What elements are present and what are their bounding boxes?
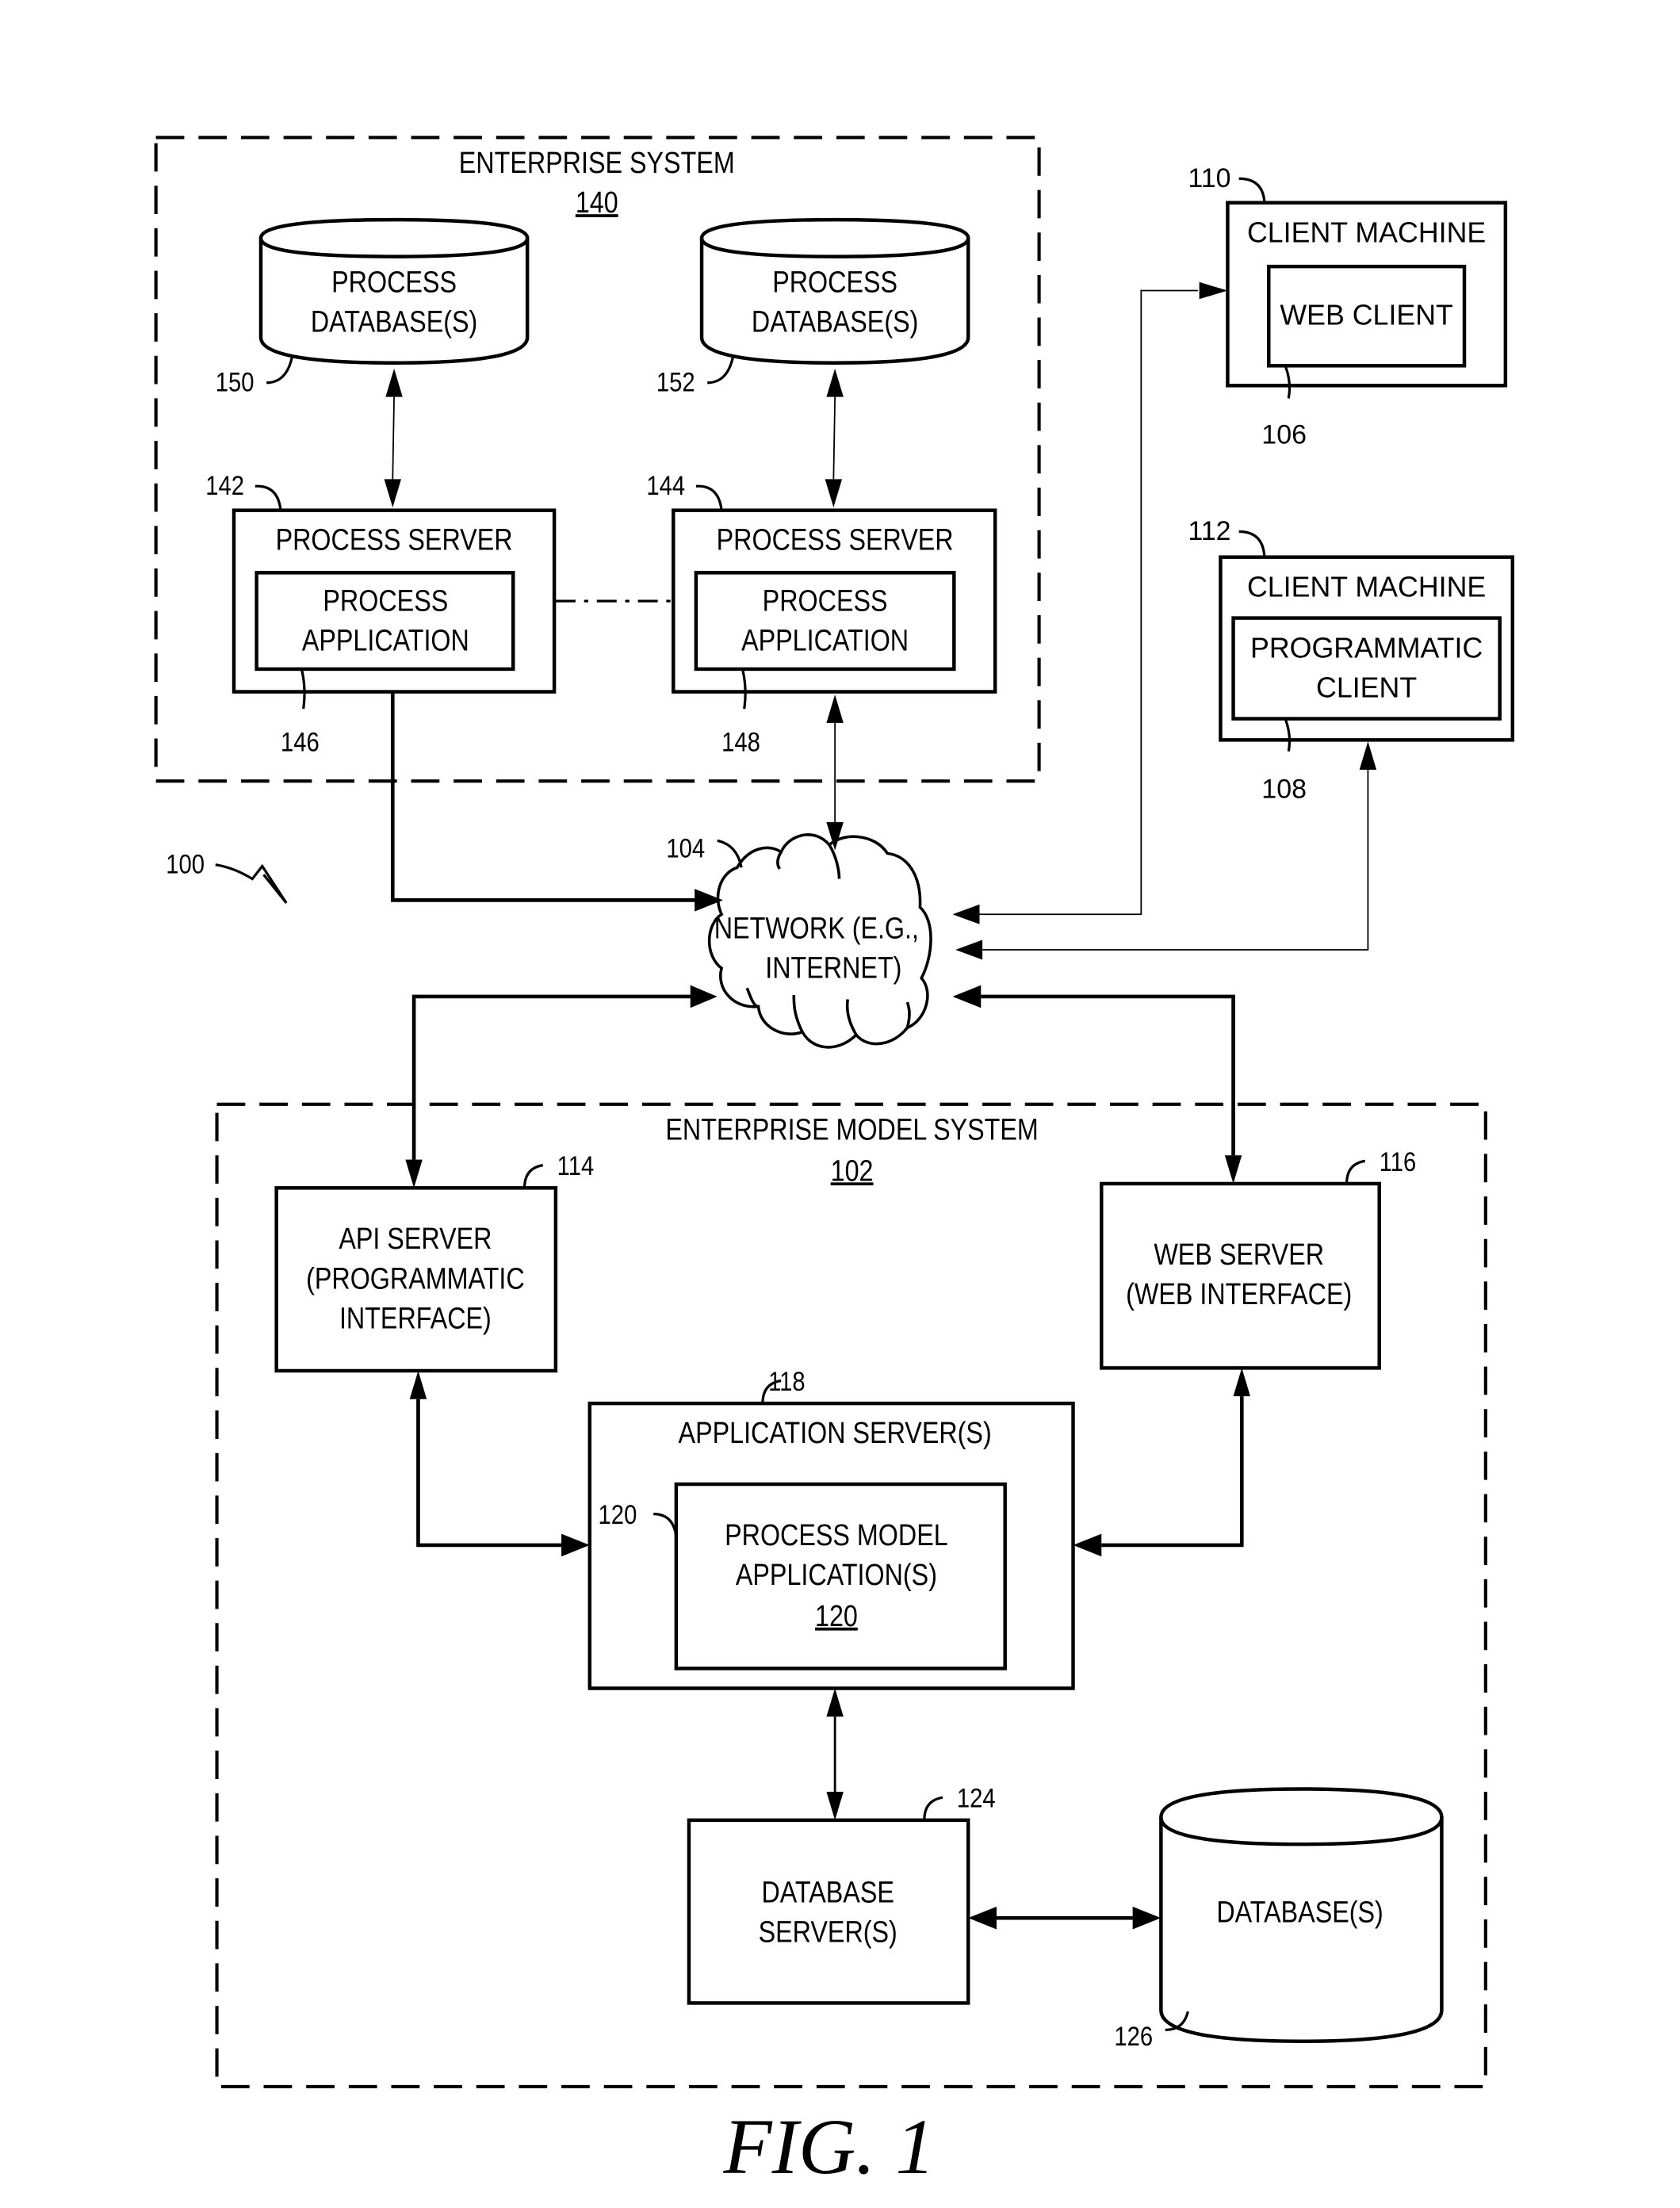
connector-db-server-database (968, 1906, 1161, 1930)
connector-network-client112 (955, 741, 1377, 960)
leader-line (717, 839, 743, 868)
process-application-line1: PROCESS (763, 584, 888, 618)
process-application-146[interactable]: PROCESS APPLICATION (254, 571, 515, 672)
api-server-line2: (PROGRAMMATIC (306, 1261, 525, 1295)
ref-label-144: 144 (646, 471, 685, 501)
ref-label-126: 126 (1114, 2022, 1153, 2052)
process-model-app-line2: APPLICATION(S) (736, 1558, 937, 1591)
connector-network-web-server (952, 985, 1242, 1184)
ref-label-100: 100 (166, 849, 205, 879)
database-label-line1: PROCESS (772, 265, 897, 298)
ref-label-116: 116 (1380, 1147, 1416, 1177)
process-application-148[interactable]: PROCESS APPLICATION (694, 571, 956, 672)
process-database-152[interactable]: PROCESS DATABASE(S) (699, 217, 970, 365)
ref-label-152: 152 (656, 367, 695, 397)
enterprise-model-system-group: ENTERPRISE MODEL SYSTEM 102 API SERVER (… (215, 1102, 1487, 2088)
api-server-line3: INTERFACE) (339, 1301, 492, 1334)
enterprise-model-system-title: ENTERPRISE MODEL SYSTEM (665, 1113, 1038, 1146)
enterprise-system-group: ENTERPRISE SYSTEM 140 PROCESS DATABASE(S… (154, 136, 1041, 783)
database-126[interactable]: DATABASE(S) (1159, 1787, 1444, 2043)
leader-line (522, 1164, 544, 1188)
web-server-line1: WEB SERVER (1154, 1238, 1324, 1271)
database-label-line2: DATABASE(S) (752, 304, 918, 338)
network-cloud-104[interactable]: NETWORK (E.G., INTERNET) (707, 833, 932, 1049)
database-label: DATABASE(S) (1216, 1896, 1383, 1929)
leader-line (254, 484, 282, 511)
programmatic-client-line2: CLIENT (1316, 672, 1417, 704)
api-server-line1: API SERVER (339, 1222, 492, 1255)
leader-line (266, 357, 293, 385)
connector-server144-network (826, 695, 844, 851)
process-application-line2: APPLICATION (741, 624, 909, 657)
system-pointer-arrow (215, 863, 288, 904)
process-application-line2: APPLICATION (302, 624, 469, 657)
ref-label-106: 106 (1261, 420, 1307, 450)
connector-app-server-db-server (826, 1688, 844, 1820)
programmatic-client-line1: PROGRAMMATIC (1250, 633, 1483, 664)
process-model-application-120[interactable]: PROCESS MODEL APPLICATION(S) 120 (674, 1482, 1007, 1670)
enterprise-model-system-ref: 102 (831, 1154, 874, 1187)
leader-line (695, 484, 723, 511)
client-machine-110[interactable]: CLIENT MACHINE WEB CLIENT (1226, 201, 1508, 388)
connector-db150-server142 (384, 368, 403, 508)
web-server-line2: (WEB INTERFACE) (1126, 1277, 1352, 1311)
ref-label-150: 150 (216, 367, 254, 397)
process-model-app-line1: PROCESS MODEL (725, 1518, 948, 1552)
connector-server142-network (390, 691, 723, 912)
connector-api-server-app-server (409, 1370, 590, 1557)
process-server-144[interactable]: PROCESS SERVER PROCESS APPLICATION (672, 508, 997, 694)
process-server-142[interactable]: PROCESS SERVER PROCESS APPLICATION (232, 508, 557, 694)
client-machine-112[interactable]: CLIENT MACHINE PROGRAMMATIC CLIENT (1219, 555, 1515, 742)
network-label-line2: INTERNET) (765, 951, 901, 985)
application-server-118[interactable]: APPLICATION SERVER(S) PROCESS MODEL APPL… (587, 1401, 1075, 1690)
ref-label-124: 124 (957, 1784, 996, 1814)
database-label-line1: PROCESS (331, 265, 457, 298)
connector-web-server-app-server (1073, 1368, 1251, 1557)
client-machine-title: CLIENT MACHINE (1247, 572, 1486, 603)
leader-line (707, 357, 734, 385)
process-application-line1: PROCESS (323, 584, 448, 618)
process-server-title: PROCESS SERVER (717, 523, 954, 557)
database-label-line2: DATABASE(S) (311, 304, 477, 338)
ref-label-104: 104 (666, 834, 705, 864)
network-label-line1: NETWORK (E.G., (714, 912, 919, 945)
web-client-106[interactable]: WEB CLIENT (1267, 264, 1467, 368)
application-server-title: APPLICATION SERVER(S) (679, 1416, 992, 1449)
ref-label-112: 112 (1188, 516, 1230, 546)
programmatic-client-108[interactable]: PROGRAMMATIC CLIENT (1231, 616, 1502, 721)
leader-line (1238, 530, 1266, 557)
ref-label-108: 108 (1261, 775, 1307, 805)
ref-label-142: 142 (205, 471, 244, 501)
api-server-114[interactable]: API SERVER (PROGRAMMATIC INTERFACE) (274, 1186, 558, 1373)
connector-db152-server144 (825, 368, 844, 508)
database-server-line1: DATABASE (762, 1875, 894, 1908)
database-server-line2: SERVER(S) (759, 1915, 897, 1949)
ref-label-148: 148 (721, 728, 760, 758)
process-server-title: PROCESS SERVER (276, 523, 513, 557)
system-architecture-diagram: ENTERPRISE SYSTEM 140 PROCESS DATABASE(S… (154, 136, 1515, 2191)
process-model-app-ref: 120 (815, 1599, 858, 1632)
web-client-label: WEB CLIENT (1280, 299, 1453, 331)
figure-caption: FIG. 1 (723, 2103, 936, 2191)
process-database-150[interactable]: PROCESS DATABASE(S) (258, 217, 530, 365)
database-server-124[interactable]: DATABASE SERVER(S) (687, 1818, 970, 2005)
web-server-116[interactable]: WEB SERVER (WEB INTERFACE) (1100, 1181, 1381, 1370)
ref-label-110: 110 (1188, 163, 1230, 193)
enterprise-system-ref: 140 (576, 186, 618, 219)
leader-line (923, 1796, 943, 1820)
ref-label-118: 118 (768, 1367, 805, 1397)
leader-line (1345, 1159, 1366, 1184)
ref-label-146: 146 (281, 728, 320, 758)
client-machine-title: CLIENT MACHINE (1247, 217, 1486, 249)
enterprise-system-title: ENTERPRISE SYSTEM (459, 146, 735, 179)
ref-label-114: 114 (557, 1151, 594, 1181)
leader-line (1238, 177, 1266, 203)
ref-label-120: 120 (599, 1500, 637, 1530)
